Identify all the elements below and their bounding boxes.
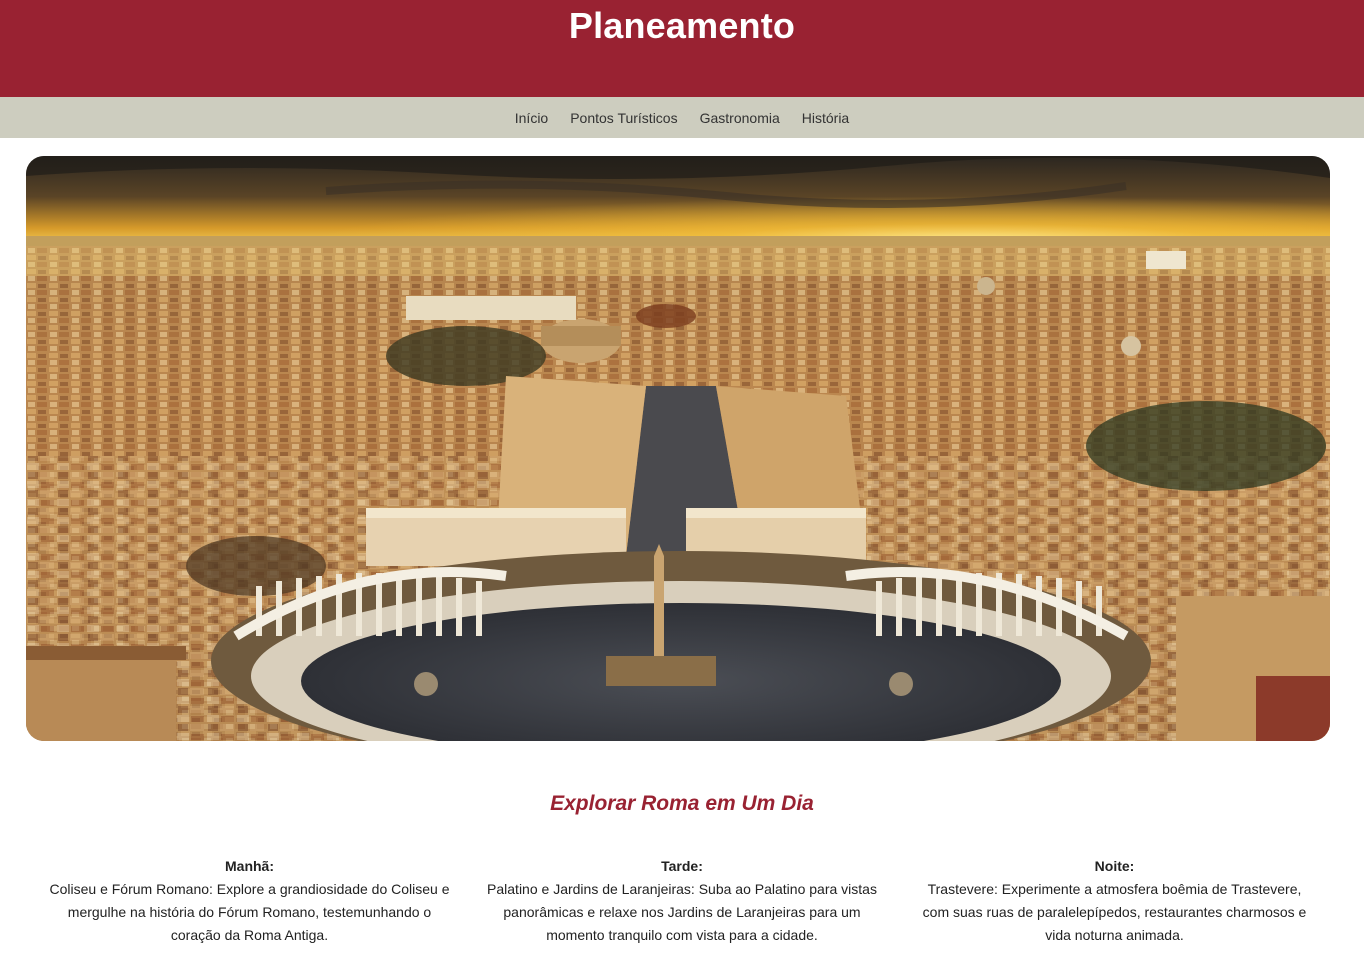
nav-link-inicio[interactable]: Início <box>504 110 559 126</box>
itinerary-morning: Manhã: Coliseu e Fórum Romano: Explore a… <box>48 855 451 947</box>
itinerary-afternoon: Tarde: Palatino e Jardins de Laranjeiras… <box>481 855 884 947</box>
site-header: Planeamento <box>0 0 1364 97</box>
itinerary-afternoon-text: Palatino e Jardins de Laranjeiras: Suba … <box>487 881 877 943</box>
itinerary-afternoon-title: Tarde: <box>661 858 703 874</box>
nav-link-gastronomia[interactable]: Gastronomia <box>689 110 791 126</box>
itinerary-morning-text: Coliseu e Fórum Romano: Explore a grandi… <box>49 881 450 943</box>
section-title: Explorar Roma em Um Dia <box>550 792 814 815</box>
nav-link-historia[interactable]: História <box>791 110 860 126</box>
page-title: Planeamento <box>568 5 796 46</box>
itinerary-morning-title: Manhã: <box>225 858 274 874</box>
itinerary-night: Noite: Trastevere: Experimente a atmosfe… <box>913 855 1316 947</box>
itinerary-night-title: Noite: <box>1094 858 1135 874</box>
nav-link-pontos-turisticos[interactable]: Pontos Turísticos <box>559 110 688 126</box>
hero-image <box>26 156 1330 741</box>
itinerary-night-text: Trastevere: Experimente a atmosfera boêm… <box>922 881 1307 943</box>
main-navbar: Início Pontos Turísticos Gastronomia His… <box>0 97 1364 138</box>
rome-aerial-illustration <box>26 156 1330 741</box>
itinerary-columns: Manhã: Coliseu e Fórum Romano: Explore a… <box>48 855 1316 947</box>
